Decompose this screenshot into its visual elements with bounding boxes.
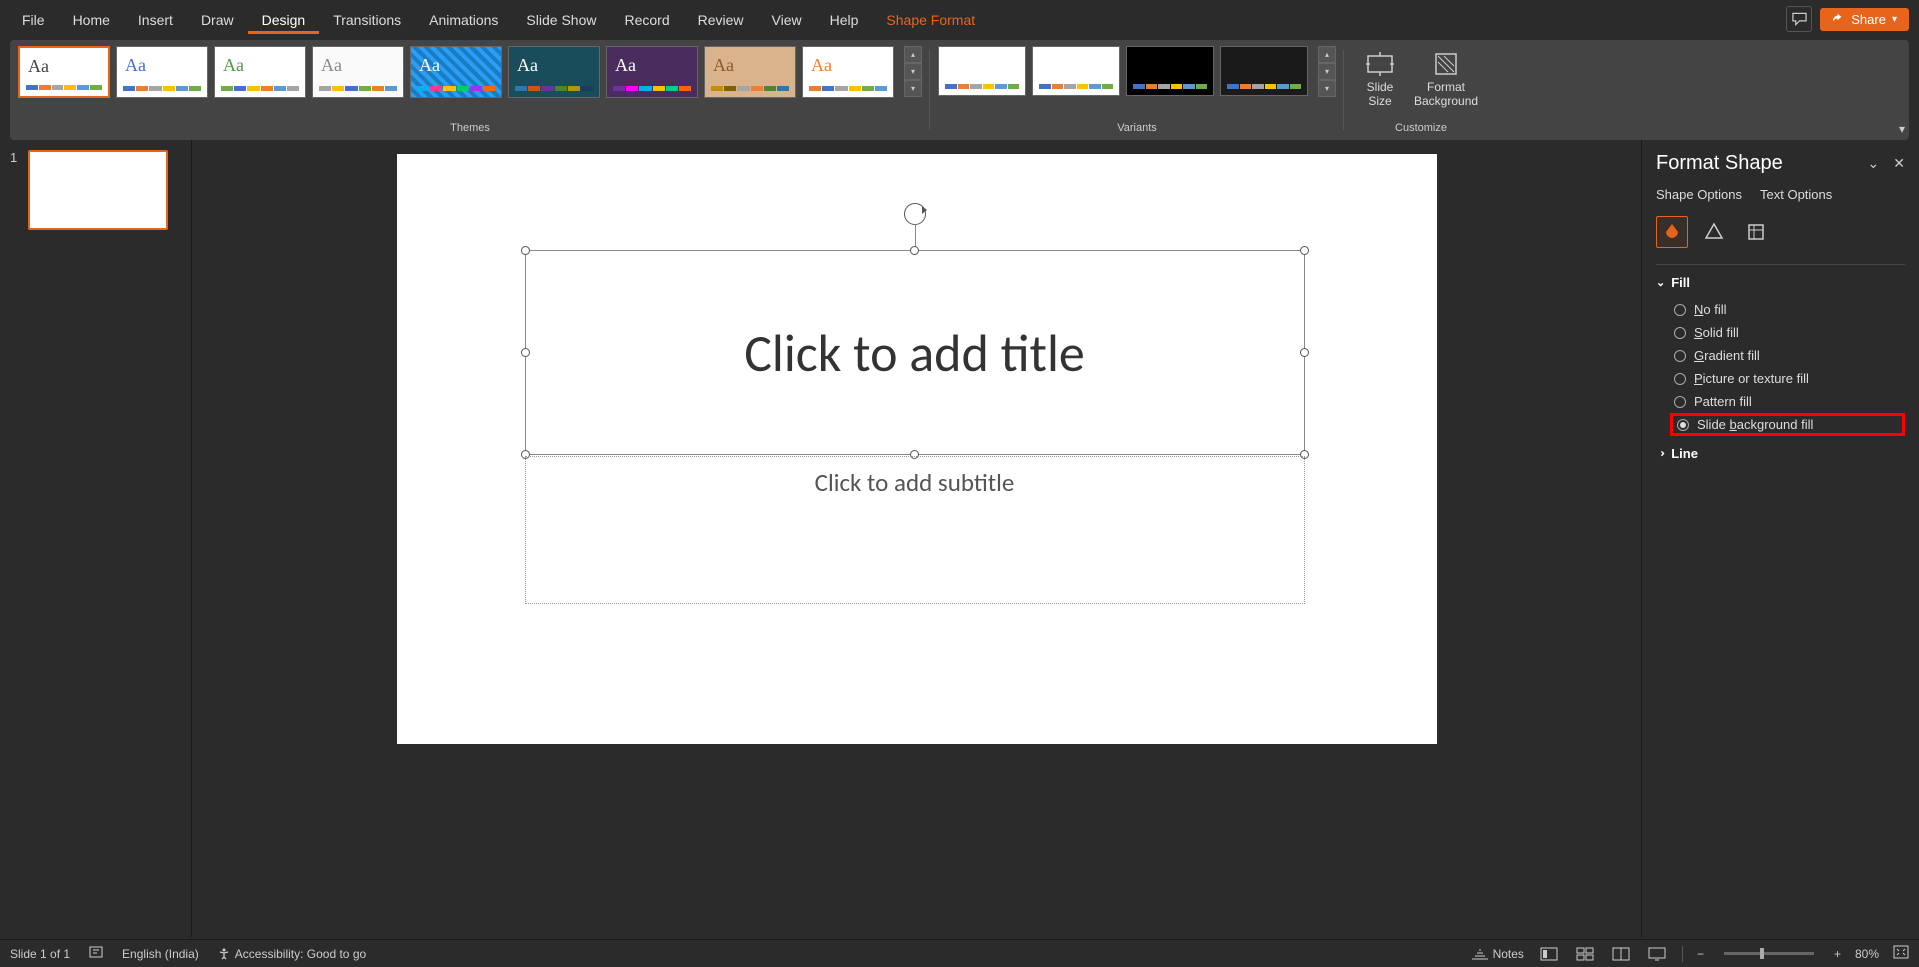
fill-line-tab-icon[interactable] bbox=[1656, 216, 1688, 248]
title-placeholder-text[interactable]: Click to add title bbox=[526, 321, 1304, 385]
format-background-button[interactable]: Format Background bbox=[1414, 50, 1478, 109]
pane-title: Format Shape bbox=[1656, 152, 1783, 175]
chevron-down-icon: ⌄ bbox=[1656, 276, 1665, 289]
line-section-header[interactable]: ⌄ Line bbox=[1656, 446, 1905, 461]
ribbon-collapse-icon[interactable]: ▾ bbox=[1899, 122, 1905, 136]
normal-view-icon[interactable] bbox=[1538, 945, 1560, 963]
menu-design[interactable]: Design bbox=[248, 6, 320, 34]
menu-animations[interactable]: Animations bbox=[415, 6, 512, 34]
fill-option-no-fill[interactable]: No fill bbox=[1656, 298, 1905, 321]
chevron-right-icon: ⌄ bbox=[1654, 449, 1667, 458]
menu-shape-format[interactable]: Shape Format bbox=[872, 6, 989, 34]
rotation-handle-icon[interactable] bbox=[904, 203, 926, 225]
pane-close-icon[interactable]: ✕ bbox=[1893, 155, 1905, 172]
fill-option-solid-fill[interactable]: Solid fill bbox=[1656, 321, 1905, 344]
pane-dropdown-icon[interactable]: ⌄ bbox=[1868, 155, 1880, 172]
zoom-out-button[interactable]: − bbox=[1697, 947, 1704, 961]
themes-group-label: Themes bbox=[450, 122, 490, 138]
menu-review[interactable]: Review bbox=[684, 6, 758, 34]
variant-thumbnail-3[interactable] bbox=[1126, 46, 1214, 96]
tab-text-options[interactable]: Text Options bbox=[1760, 187, 1832, 202]
customize-group-label: Customize bbox=[1395, 122, 1447, 138]
theme-thumbnail-9[interactable]: Aa bbox=[802, 46, 894, 98]
variants-group-label: Variants bbox=[1117, 122, 1157, 138]
fill-option-gradient-fill[interactable]: Gradient fill bbox=[1656, 344, 1905, 367]
themes-nav-0[interactable]: ▴ bbox=[904, 46, 922, 63]
theme-thumbnail-2[interactable]: Aa bbox=[116, 46, 208, 98]
theme-thumbnail-5[interactable]: Aa bbox=[410, 46, 502, 98]
zoom-slider[interactable] bbox=[1724, 952, 1814, 955]
resize-handle[interactable] bbox=[910, 246, 919, 255]
menu-record[interactable]: Record bbox=[610, 6, 683, 34]
spellcheck-icon[interactable] bbox=[88, 945, 104, 962]
slide-sorter-view-icon[interactable] bbox=[1574, 945, 1596, 963]
variant-thumbnail-4[interactable] bbox=[1220, 46, 1308, 96]
thumbnail-number: 1 bbox=[10, 150, 22, 230]
menu-insert[interactable]: Insert bbox=[124, 6, 187, 34]
theme-thumbnail-6[interactable]: Aa bbox=[508, 46, 600, 98]
subtitle-placeholder-text[interactable]: Click to add subtitle bbox=[526, 467, 1304, 498]
format-shape-pane: Format Shape ⌄ ✕ Shape Options Text Opti… bbox=[1641, 140, 1919, 937]
resize-handle[interactable] bbox=[1300, 246, 1309, 255]
slide-thumbnail-1[interactable] bbox=[28, 150, 168, 230]
themes-nav-2[interactable]: ▾ bbox=[904, 80, 922, 97]
theme-thumbnail-3[interactable]: Aa bbox=[214, 46, 306, 98]
slideshow-view-icon[interactable] bbox=[1646, 945, 1668, 963]
size-tab-icon[interactable] bbox=[1740, 216, 1772, 248]
fill-option-pattern-fill[interactable]: Pattern fill bbox=[1656, 390, 1905, 413]
theme-thumbnail-7[interactable]: Aa bbox=[606, 46, 698, 98]
variant-thumbnail-2[interactable] bbox=[1032, 46, 1120, 96]
slide-canvas[interactable]: Click to add title Click to add subtitle bbox=[192, 140, 1641, 937]
accessibility-status[interactable]: Accessibility: Good to go bbox=[217, 947, 366, 961]
variants-nav-2[interactable]: ▾ bbox=[1318, 80, 1336, 97]
effects-tab-icon[interactable] bbox=[1698, 216, 1730, 248]
fill-option-picture-or-texture-fill[interactable]: Picture or texture fill bbox=[1656, 367, 1905, 390]
variant-thumbnail-1[interactable] bbox=[938, 46, 1026, 96]
language-indicator[interactable]: English (India) bbox=[122, 947, 199, 961]
tab-shape-options[interactable]: Shape Options bbox=[1656, 187, 1742, 202]
menu-view[interactable]: View bbox=[758, 6, 816, 34]
comments-button[interactable] bbox=[1786, 6, 1812, 32]
zoom-in-button[interactable]: + bbox=[1834, 947, 1841, 961]
share-label: Share bbox=[1851, 12, 1886, 27]
menu-draw[interactable]: Draw bbox=[187, 6, 248, 34]
variants-nav-1[interactable]: ▾ bbox=[1318, 63, 1336, 80]
slide: Click to add title Click to add subtitle bbox=[397, 154, 1437, 744]
zoom-level[interactable]: 80% bbox=[1855, 947, 1879, 961]
slide-counter[interactable]: Slide 1 of 1 bbox=[10, 947, 70, 961]
menu-slide-show[interactable]: Slide Show bbox=[512, 6, 610, 34]
theme-thumbnail-4[interactable]: Aa bbox=[312, 46, 404, 98]
menu-home[interactable]: Home bbox=[59, 6, 124, 34]
fit-to-window-icon[interactable] bbox=[1893, 945, 1909, 962]
status-bar: Slide 1 of 1 English (India) Accessibili… bbox=[0, 939, 1919, 967]
reading-view-icon[interactable] bbox=[1610, 945, 1632, 963]
subtitle-placeholder-shape[interactable]: Click to add subtitle bbox=[525, 456, 1305, 604]
fill-section-header[interactable]: ⌄ Fill bbox=[1656, 275, 1905, 290]
menu-bar: FileHomeInsertDrawDesignTransitionsAnima… bbox=[0, 0, 1919, 40]
menu-file[interactable]: File bbox=[8, 6, 59, 34]
title-placeholder-shape[interactable]: Click to add title bbox=[525, 250, 1305, 455]
menu-help[interactable]: Help bbox=[816, 6, 873, 34]
resize-handle[interactable] bbox=[521, 246, 530, 255]
fill-option-slide-background-fill[interactable]: Slide background fill bbox=[1670, 413, 1905, 436]
ribbon: AaAaAaAaAaAaAaAaAa▴▾▾ Themes ▴▾▾ Variant… bbox=[10, 40, 1909, 140]
slide-size-button[interactable]: Slide Size bbox=[1364, 50, 1396, 109]
share-button[interactable]: Share ▾ bbox=[1820, 8, 1909, 31]
variants-nav-0[interactable]: ▴ bbox=[1318, 46, 1336, 63]
slide-thumbnails-panel: 1 bbox=[0, 140, 192, 937]
notes-button[interactable]: Notes bbox=[1471, 947, 1524, 961]
menu-transitions[interactable]: Transitions bbox=[319, 6, 415, 34]
themes-nav-1[interactable]: ▾ bbox=[904, 63, 922, 80]
theme-thumbnail-8[interactable]: Aa bbox=[704, 46, 796, 98]
theme-thumbnail-1[interactable]: Aa bbox=[18, 46, 110, 98]
